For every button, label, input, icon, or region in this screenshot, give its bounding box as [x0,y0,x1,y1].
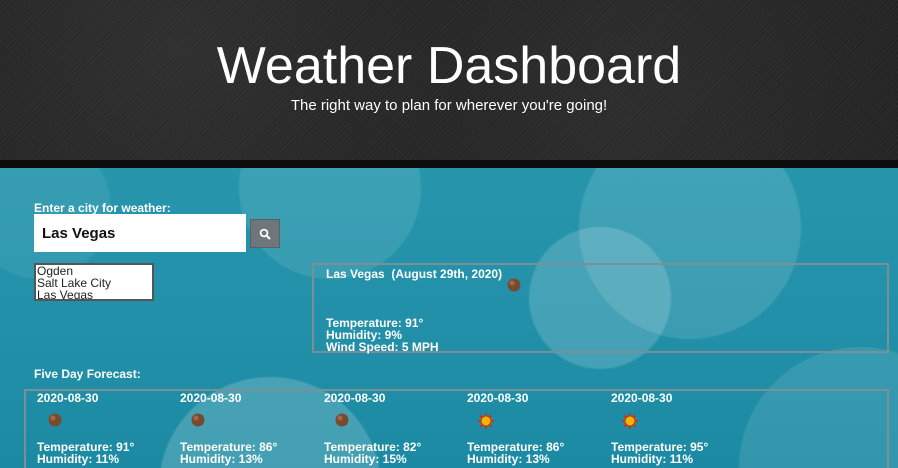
forecast-stats: Temperature: 95° Humidity: 11% [611,441,708,465]
current-stats: Temperature: 91° Humidity: 9% Wind Speed… [326,317,439,353]
current-title: Las Vegas (August 29th, 2020) [326,267,502,281]
header-banner: Weather Dashboard The right way to plan … [0,0,898,160]
page-title: Weather Dashboard [216,37,682,95]
current-date: (August 29th, 2020) [391,267,503,281]
forecast-humidity: Humidity: 13% [180,452,263,466]
forecast-date: 2020-08-30 [37,391,99,405]
search-button[interactable] [250,219,280,248]
forecast-stats: Temperature: 86° Humidity: 13% [467,441,564,465]
search-icon [259,228,271,240]
page-tagline: The right way to plan for wherever you'r… [290,97,608,114]
forecast-date: 2020-08-30 [324,391,386,405]
clouds-icon [191,413,205,427]
history-item[interactable]: Las Vegas [37,289,151,299]
city-search-input[interactable] [34,214,246,252]
clouds-icon [507,278,521,292]
forecast-stats: Temperature: 86° Humidity: 13% [180,441,277,465]
current-wind-speed: Wind Speed: 5 MPH [326,340,439,354]
clouds-icon [335,413,349,427]
current-city: Las Vegas [326,267,385,281]
forecast-row: 2020-08-30 Temperature: 91° Humidity: 11… [24,389,889,468]
forecast-stats: Temperature: 91° Humidity: 11% [37,441,134,465]
forecast-humidity: Humidity: 15% [324,452,407,466]
forecast-date: 2020-08-30 [611,391,673,405]
forecast-stats: Temperature: 82° Humidity: 15% [324,441,421,465]
clouds-icon [48,413,62,427]
forecast-date: 2020-08-30 [467,391,529,405]
forecast-humidity: Humidity: 11% [611,452,694,466]
forecast-humidity: Humidity: 11% [37,452,120,466]
sun-icon [478,413,494,429]
header-divider [0,160,898,168]
search-label: Enter a city for weather: [34,201,171,215]
forecast-date: 2020-08-30 [180,391,242,405]
current-weather-card: Las Vegas (August 29th, 2020) Temperatur… [312,263,889,353]
sun-icon [622,413,638,429]
forecast-label: Five Day Forecast: [34,367,141,381]
forecast-humidity: Humidity: 13% [467,452,550,466]
dashboard-main: Enter a city for weather: Ogden Salt Lak… [0,168,898,468]
city-history-list[interactable]: Ogden Salt Lake City Las Vegas [34,263,154,301]
